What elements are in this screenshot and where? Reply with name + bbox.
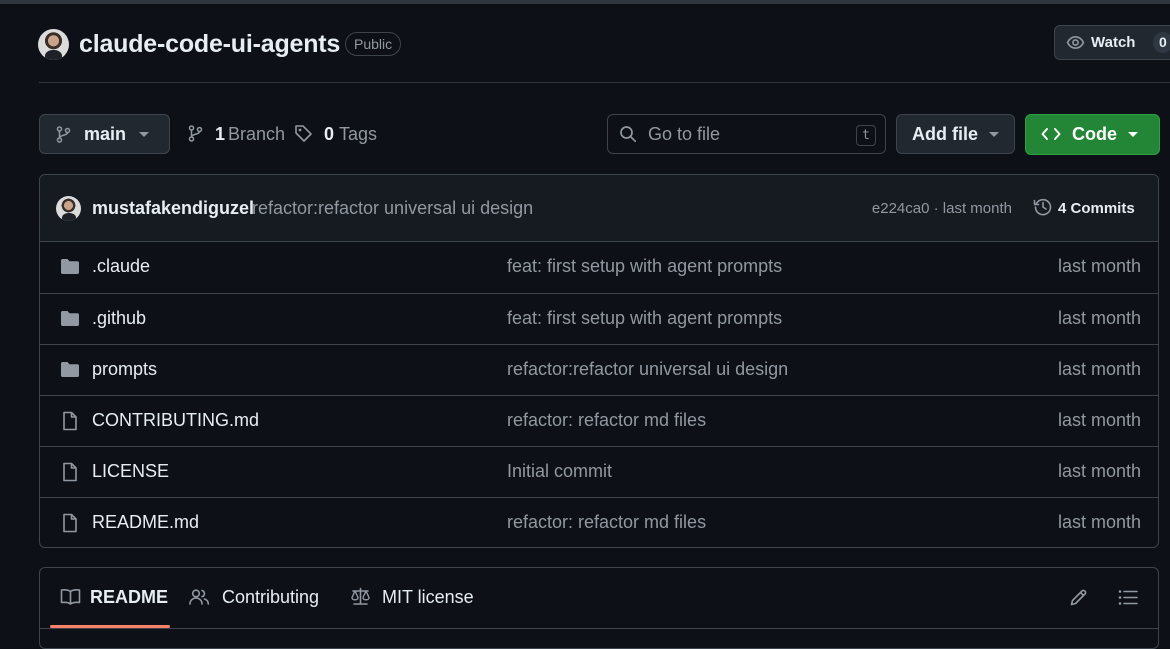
watch-count: 0 bbox=[1153, 32, 1170, 53]
chevron-down-icon bbox=[139, 132, 149, 137]
header-divider bbox=[39, 82, 1170, 83]
add-file-button[interactable]: Add file bbox=[896, 114, 1015, 154]
code-label: Code bbox=[1072, 124, 1117, 144]
branch-name: main bbox=[84, 124, 127, 144]
latest-commit-bar: mustafakendiguzel refactor:refactor univ… bbox=[40, 175, 1158, 242]
history-icon bbox=[1033, 197, 1053, 217]
file-list: .claude feat: first setup with agent pro… bbox=[40, 242, 1158, 547]
tag-icon bbox=[294, 124, 313, 143]
branches-label: Branch bbox=[228, 124, 286, 144]
file-commit-time: last month bbox=[1057, 359, 1141, 379]
search-placeholder: Go to file bbox=[648, 124, 721, 144]
tags-count: 0 bbox=[324, 124, 335, 144]
commit-author[interactable]: mustafakendiguzel bbox=[92, 198, 254, 219]
branch-selector[interactable]: main bbox=[39, 114, 170, 154]
file-name[interactable]: CONTRIBUTING.md bbox=[92, 410, 259, 431]
file-commit-time: last month bbox=[1057, 461, 1141, 481]
repo-name[interactable]: claude-code-ui-agents bbox=[79, 30, 340, 59]
readme-divider bbox=[40, 628, 1158, 629]
author-avatar[interactable] bbox=[56, 196, 81, 221]
file-icon bbox=[60, 411, 80, 431]
file-name[interactable]: prompts bbox=[92, 359, 157, 380]
tab-label: Contributing bbox=[222, 587, 320, 607]
commit-meta[interactable]: e224ca0 · last month bbox=[872, 200, 1012, 217]
file-commit-time: last month bbox=[1057, 308, 1141, 328]
file-name[interactable]: README.md bbox=[92, 512, 199, 533]
file-commit-message[interactable]: feat: first setup with agent prompts bbox=[507, 308, 782, 329]
file-commit-message[interactable]: refactor: refactor md files bbox=[507, 512, 706, 533]
top-border bbox=[0, 0, 1170, 4]
chevron-down-icon bbox=[989, 132, 999, 137]
watch-button[interactable]: Watch 0 bbox=[1054, 25, 1170, 60]
book-icon bbox=[60, 588, 81, 606]
commit-message[interactable]: refactor:refactor universal ui design bbox=[252, 198, 533, 219]
file-row[interactable]: .claude feat: first setup with agent pro… bbox=[40, 242, 1158, 292]
owner-avatar[interactable] bbox=[38, 29, 69, 60]
people-icon bbox=[189, 588, 210, 606]
file-commit-message[interactable]: refactor: refactor md files bbox=[507, 410, 706, 431]
tags-label: Tags bbox=[339, 124, 378, 144]
pencil-icon[interactable] bbox=[1069, 588, 1088, 607]
file-name[interactable]: .claude bbox=[92, 256, 150, 277]
folder-icon bbox=[60, 257, 80, 275]
file-commit-time: last month bbox=[1057, 512, 1141, 532]
visibility-badge: Public bbox=[345, 32, 402, 56]
add-file-label: Add file bbox=[912, 124, 978, 144]
commits-link[interactable]: 4 Commits bbox=[1058, 200, 1135, 217]
search-icon bbox=[619, 125, 637, 143]
code-icon bbox=[1041, 126, 1061, 142]
tab-label: MIT license bbox=[382, 587, 474, 607]
file-row[interactable]: .github feat: first setup with agent pro… bbox=[40, 293, 1158, 344]
folder-icon bbox=[60, 360, 80, 378]
file-row[interactable]: prompts refactor:refactor universal ui d… bbox=[40, 344, 1158, 395]
file-row[interactable]: LICENSE Initial commit last month bbox=[40, 446, 1158, 497]
file-name[interactable]: LICENSE bbox=[92, 461, 169, 482]
file-table: mustafakendiguzel refactor:refactor univ… bbox=[39, 174, 1159, 548]
watch-label: Watch bbox=[1091, 34, 1136, 51]
file-commit-message[interactable]: refactor:refactor universal ui design bbox=[507, 359, 788, 380]
file-commit-message[interactable]: Initial commit bbox=[507, 461, 612, 482]
file-icon bbox=[60, 513, 80, 533]
file-commit-time: last month bbox=[1057, 410, 1141, 430]
branch-icon bbox=[56, 126, 71, 143]
file-commit-time: last month bbox=[1057, 256, 1141, 276]
file-row[interactable]: CONTRIBUTING.md refactor: refactor md fi… bbox=[40, 395, 1158, 446]
chevron-down-icon bbox=[1128, 132, 1138, 137]
go-to-file-search[interactable]: Go to file t bbox=[607, 114, 886, 154]
scale-icon bbox=[350, 587, 371, 606]
branches-count: 1 bbox=[215, 124, 226, 144]
branch-icon bbox=[188, 125, 203, 142]
folder-icon bbox=[60, 309, 80, 327]
readme-panel: README Contributing MIT license bbox=[39, 567, 1159, 649]
file-icon bbox=[60, 462, 80, 482]
list-icon[interactable] bbox=[1118, 589, 1138, 606]
file-row[interactable]: README.md refactor: refactor md files la… bbox=[40, 497, 1158, 547]
search-shortcut-key: t bbox=[856, 125, 876, 146]
code-button[interactable]: Code bbox=[1025, 114, 1160, 155]
file-name[interactable]: .github bbox=[92, 308, 146, 329]
tab-label: README bbox=[90, 587, 169, 607]
eye-icon bbox=[1066, 34, 1085, 51]
file-commit-message[interactable]: feat: first setup with agent prompts bbox=[507, 256, 782, 277]
